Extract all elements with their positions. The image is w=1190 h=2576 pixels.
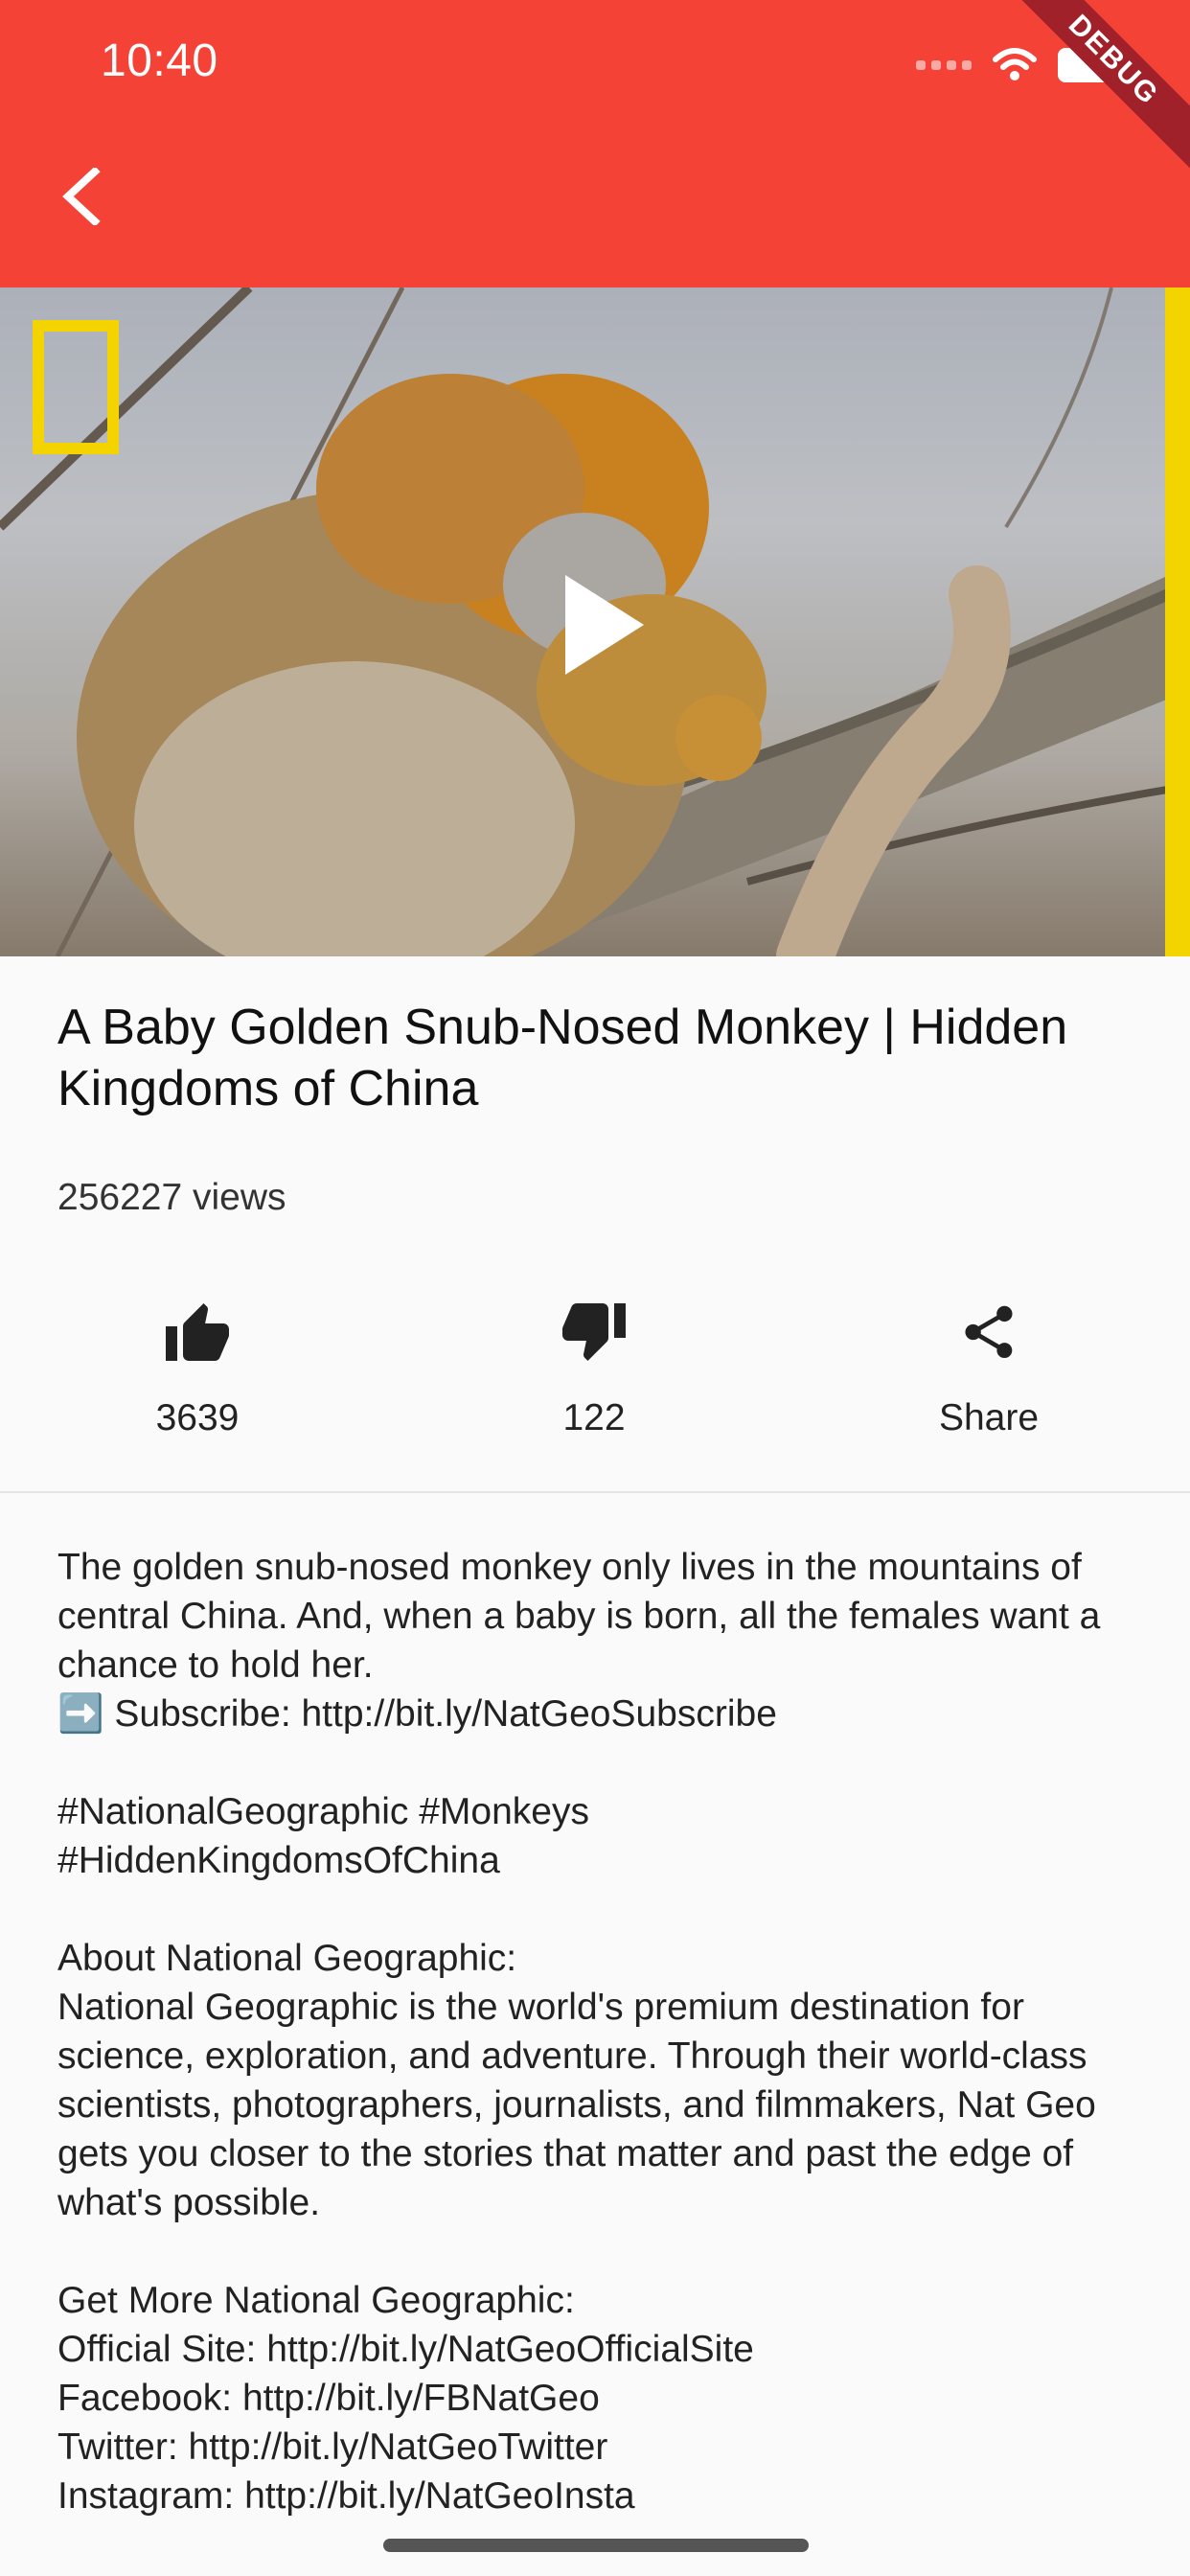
logo-border-strip [1165,288,1190,956]
video-player[interactable] [0,288,1190,956]
view-count: 256227 views [57,1177,286,1218]
video-description: The golden snub-nosed monkey only lives … [57,1547,1101,2517]
national-geographic-logo [33,320,119,454]
dislike-button[interactable]: 122 [479,1294,709,1457]
like-count: 3639 [155,1397,240,1438]
back-button[interactable] [48,163,115,230]
status-time: 10:40 [101,35,218,86]
divider [0,1491,1190,1493]
wifi-icon [993,48,1037,80]
share-button[interactable]: Share [874,1294,1104,1457]
play-button[interactable] [556,567,652,682]
cellular-signal-icon [916,60,972,70]
debug-banner: DEBUG [995,0,1190,178]
video-title: A Baby Golden Snub-Nosed Monkey | Hidden… [57,1000,1068,1116]
back-arrow-icon [62,168,101,225]
app-bar: 10:40 DEBUG [0,0,1190,288]
share-icon [950,1294,1027,1370]
share-label: Share [938,1397,1040,1438]
like-button[interactable]: 3639 [82,1294,312,1457]
home-indicator[interactable] [383,2539,809,2552]
dislike-count: 122 [562,1397,626,1438]
play-icon [565,575,644,675]
action-bar: 3639 122 Share [0,1294,1190,1457]
thumbs-up-icon [159,1294,236,1370]
thumbs-down-icon [556,1294,632,1370]
